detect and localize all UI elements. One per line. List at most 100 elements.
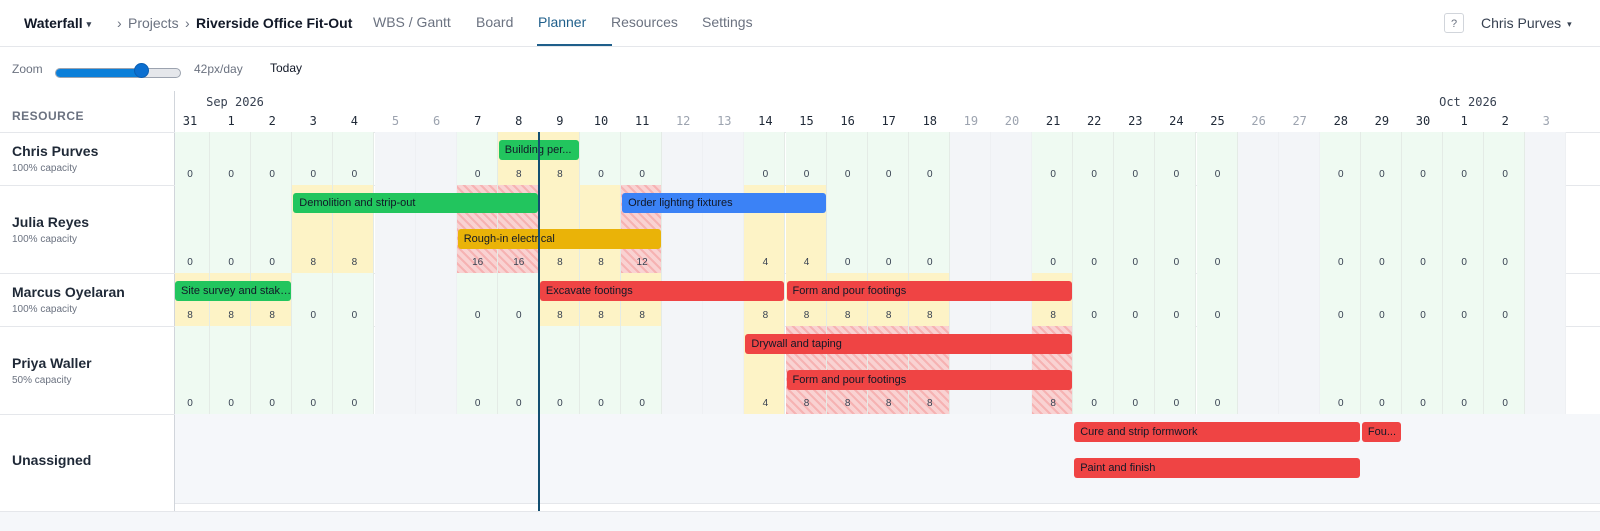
load-hours: 0	[1461, 169, 1467, 180]
load-hours: 8	[762, 310, 769, 321]
capacity-cell[interactable]	[1525, 273, 1567, 326]
day-label: 5	[391, 114, 400, 128]
capacity-cell[interactable]	[1278, 185, 1320, 273]
load-hours: 0	[1379, 398, 1385, 409]
resource-capacity: 100% capacity	[12, 304, 78, 315]
task-bar[interactable]: Demolition and strip-out	[293, 193, 538, 213]
load-hours: 16	[513, 257, 525, 268]
load-hours: 8	[516, 169, 522, 180]
zoom-slider-track[interactable]	[55, 68, 181, 78]
capacity-cell[interactable]	[991, 132, 1033, 185]
task-bar[interactable]: Excavate footings	[539, 281, 785, 301]
row-divider	[175, 503, 1600, 504]
capacity-cell[interactable]	[1525, 185, 1567, 273]
resource-row[interactable]: Julia Reyes 100% capacity	[0, 185, 175, 273]
tab-settings[interactable]: Settings	[702, 14, 753, 30]
task-bar[interactable]: Paint and finish	[1074, 458, 1360, 478]
capacity-cell[interactable]	[1278, 326, 1320, 414]
capacity-cell[interactable]	[374, 132, 416, 185]
capacity-cell[interactable]	[1237, 326, 1279, 414]
load-hours: 8	[1050, 310, 1056, 321]
zoom-slider-thumb[interactable]	[133, 63, 149, 78]
capacity-cell[interactable]	[991, 185, 1033, 273]
load-hours: 0	[1091, 257, 1097, 268]
capacity-cell[interactable]	[703, 132, 745, 185]
load-hours: 0	[310, 169, 317, 180]
task-bar[interactable]: Fou...	[1361, 422, 1401, 442]
resource-row[interactable]: Unassigned	[0, 414, 175, 503]
tab-wbs-gantt[interactable]: WBS / Gantt	[373, 14, 451, 30]
capacity-cell[interactable]	[1525, 132, 1567, 185]
capacity-cell[interactable]	[662, 132, 704, 185]
capacity-cell[interactable]	[1237, 185, 1279, 273]
active-tab-indicator	[537, 44, 612, 46]
capacity-cell[interactable]	[662, 326, 704, 414]
capacity-cell[interactable]	[1237, 132, 1279, 185]
planner-timeline: Sep 2026 Oct 2026 31 1 2 3 4 5 6 7 8 9 10 11 12 13 14 15 1…	[175, 91, 1600, 511]
capacity-cell[interactable]	[1278, 132, 1320, 185]
capacity-cell[interactable]	[415, 132, 457, 185]
load-hours: 0	[557, 398, 563, 409]
month-label: Sep 2026	[206, 95, 264, 109]
today-button[interactable]: Today	[270, 61, 302, 75]
load-hours: 8	[639, 310, 645, 321]
resource-capacity: 50% capacity	[12, 375, 72, 386]
load-hours: 0	[639, 398, 645, 409]
breadcrumb-projects-link[interactable]: Projects	[128, 15, 179, 31]
capacity-cell[interactable]	[374, 326, 416, 414]
chevron-down-icon: ▾	[86, 19, 92, 29]
tab-board[interactable]: Board	[476, 14, 513, 30]
load-hours: 0	[1214, 310, 1221, 321]
help-button[interactable]: ?	[1444, 13, 1464, 33]
load-hours: 0	[844, 257, 851, 268]
load-hours: 8	[927, 398, 933, 409]
load-hours: 0	[927, 257, 933, 268]
load-hours: 8	[598, 257, 604, 268]
zoom-value: 42px/day	[194, 62, 243, 76]
task-bar[interactable]: Form and pour footings	[786, 370, 1073, 390]
capacity-cell[interactable]	[703, 326, 745, 414]
task-bar[interactable]: Rough-in electrical	[457, 229, 662, 249]
capacity-cell[interactable]	[415, 326, 457, 414]
capacity-cell[interactable]	[1525, 326, 1567, 414]
load-hours: 0	[1502, 398, 1508, 409]
task-bar[interactable]: Order lighting fixtures	[622, 193, 826, 213]
load-hours: 4	[762, 398, 769, 409]
day-label: 15	[799, 114, 814, 128]
load-hours: 0	[1338, 398, 1344, 409]
load-hours: 0	[516, 310, 522, 321]
load-hours: 0	[844, 169, 851, 180]
load-hours: 0	[1420, 398, 1426, 409]
load-hours: 0	[187, 257, 193, 268]
tab-planner[interactable]: Planner	[538, 14, 586, 30]
day-label: 10	[593, 114, 609, 128]
load-hours: 8	[885, 310, 892, 321]
resource-row[interactable]: Chris Purves 100% capacity	[0, 132, 175, 185]
load-hours: 0	[1461, 257, 1467, 268]
user-menu[interactable]: Chris Purves ▾	[1481, 15, 1572, 31]
zoom-slider-fill	[56, 69, 142, 77]
task-bar[interactable]: Site survey and staki...	[175, 281, 292, 301]
capacity-cell[interactable]	[374, 273, 416, 326]
capacity-cell[interactable]	[1237, 273, 1279, 326]
load-hours: 0	[269, 169, 275, 180]
load-hours: 8	[1050, 398, 1056, 409]
task-bar[interactable]: Cure and strip formwork	[1074, 422, 1360, 442]
capacity-cell[interactable]	[1278, 273, 1320, 326]
load-hours: 0	[803, 169, 810, 180]
task-bar[interactable]: Form and pour footings	[786, 281, 1073, 301]
day-label: 1	[1460, 114, 1468, 128]
tab-resources[interactable]: Resources	[611, 14, 678, 30]
task-bar[interactable]: Drywall and taping	[745, 334, 1073, 354]
day-label: 2	[268, 114, 276, 128]
load-hours: 0	[1338, 257, 1344, 268]
resource-row[interactable]: Priya Waller 50% capacity	[0, 326, 175, 414]
load-hours: 0	[228, 169, 234, 180]
capacity-cell[interactable]	[415, 273, 457, 326]
capacity-cell[interactable]	[949, 185, 991, 273]
resource-row[interactable]: Marcus Oyelaran 100% capacity	[0, 273, 175, 326]
capacity-cell[interactable]	[949, 132, 991, 185]
workspace-switcher[interactable]: Waterfall ▾	[24, 15, 91, 31]
day-label: 29	[1374, 114, 1390, 128]
load-hours: 0	[1091, 310, 1097, 321]
